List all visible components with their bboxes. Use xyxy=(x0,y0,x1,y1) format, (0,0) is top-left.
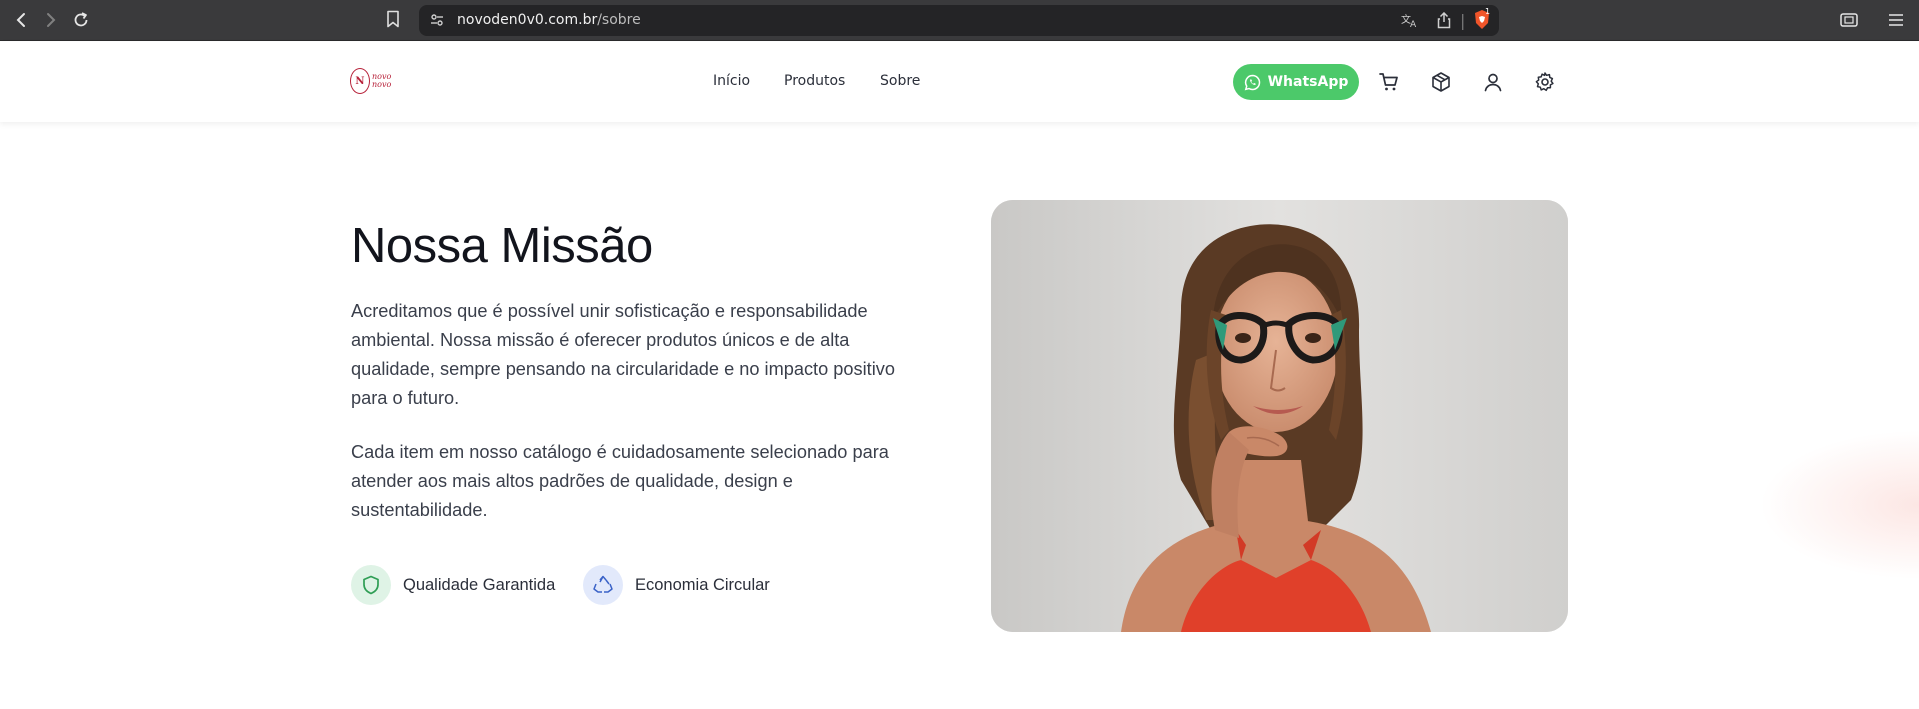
divider: | xyxy=(1460,11,1466,30)
site-settings-icon[interactable] xyxy=(429,12,445,32)
whatsapp-label: WhatsApp xyxy=(1267,74,1349,90)
whatsapp-button[interactable]: WhatsApp xyxy=(1233,64,1359,100)
site-header: N novo novo Início Produtos Sobre WhatsA… xyxy=(0,42,1919,122)
settings-icon[interactable] xyxy=(1534,71,1556,93)
sidebar-toggle-icon[interactable] xyxy=(1838,9,1860,31)
share-icon[interactable] xyxy=(1437,11,1451,33)
browser-toolbar: novoden0v0.com.br/sobre 文A | 1 xyxy=(0,0,1919,41)
address-bar[interactable]: novoden0v0.com.br/sobre 文A | 1 xyxy=(419,5,1499,36)
translate-icon[interactable]: 文A xyxy=(1401,12,1419,32)
mission-paragraph-1: Acreditamos que é possível unir sofistic… xyxy=(351,301,895,408)
cart-icon[interactable] xyxy=(1378,71,1400,93)
shield-icon xyxy=(351,565,391,605)
site-logo[interactable]: N novo novo xyxy=(350,68,391,94)
feature-label: Qualidade Garantida xyxy=(403,575,556,594)
back-icon[interactable] xyxy=(10,9,32,31)
founder-photo xyxy=(991,200,1568,632)
page-title: Nossa Missão xyxy=(351,219,653,273)
box-icon[interactable] xyxy=(1430,71,1452,93)
menu-icon[interactable] xyxy=(1885,9,1907,31)
url-host: novoden0v0.com.br xyxy=(457,12,598,28)
background-glow xyxy=(1759,430,1919,580)
logo-wordmark: novo novo xyxy=(372,73,391,89)
svg-text:A: A xyxy=(1410,20,1417,28)
feature-quality: Qualidade Garantida xyxy=(351,565,555,605)
whatsapp-icon xyxy=(1244,74,1260,90)
forward-icon[interactable] xyxy=(40,9,62,31)
reload-icon[interactable] xyxy=(70,9,92,31)
brave-badge: 1 xyxy=(1485,7,1491,16)
feature-label: Economia Circular xyxy=(635,575,770,594)
logo-line2: novo xyxy=(372,80,392,89)
mission-paragraph-2: Cada item em nosso catálogo é cuidadosam… xyxy=(351,442,889,520)
recycle-icon xyxy=(583,565,623,605)
nav-link-sobre[interactable]: Sobre xyxy=(880,73,920,89)
bookmark-icon[interactable] xyxy=(386,10,400,32)
nav-link-produtos[interactable]: Produtos xyxy=(784,73,845,89)
url-text: novoden0v0.com.br/sobre xyxy=(457,12,641,28)
user-icon[interactable] xyxy=(1482,71,1504,93)
logo-mark: N xyxy=(350,68,370,94)
url-path: /sobre xyxy=(597,12,641,28)
feature-circular-economy: Economia Circular xyxy=(583,565,770,605)
nav-link-inicio[interactable]: Início xyxy=(713,73,750,89)
